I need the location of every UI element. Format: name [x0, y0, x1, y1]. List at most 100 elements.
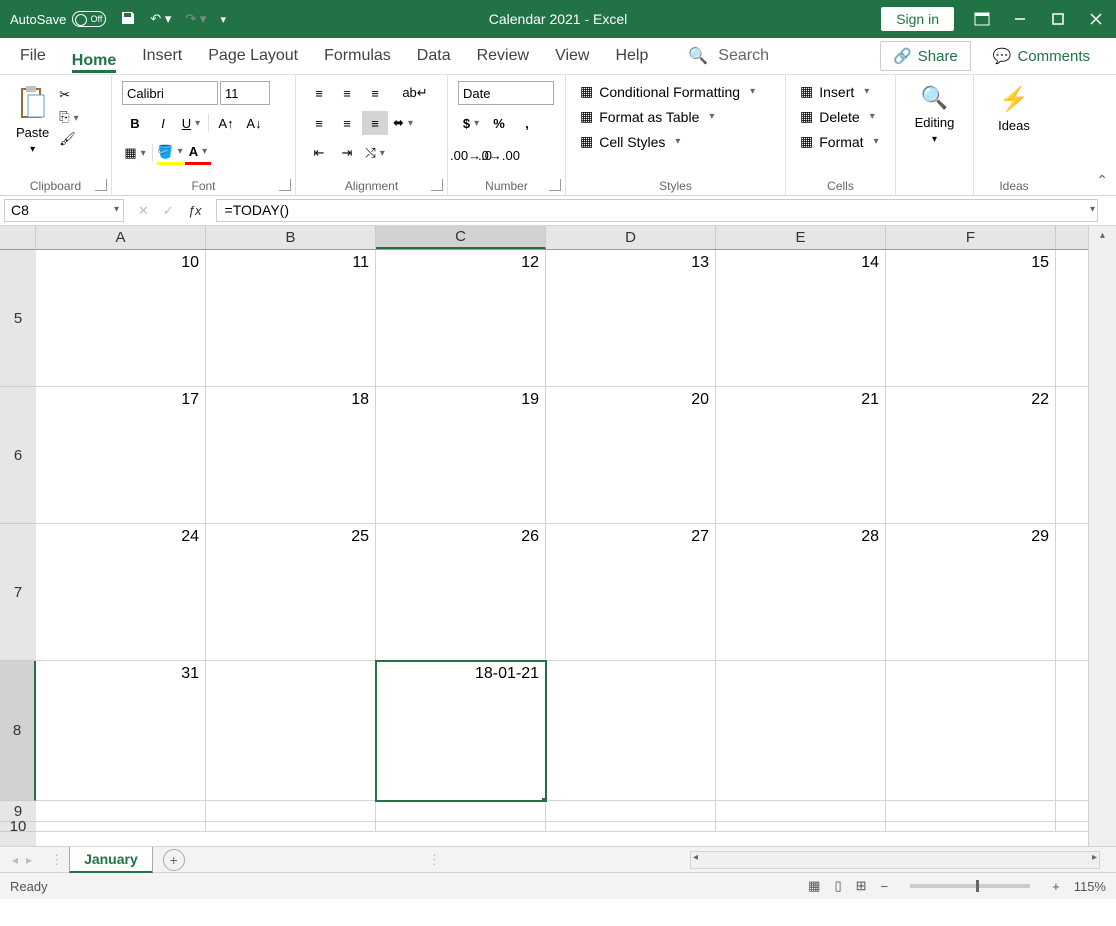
format-painter-icon[interactable]: 🖌: [59, 131, 78, 147]
decrease-decimal-icon[interactable]: .0→.00: [486, 143, 512, 167]
decrease-font-icon[interactable]: A↓: [241, 111, 267, 135]
format-as-table-button[interactable]: ▦Format as Table: [576, 106, 775, 127]
cell[interactable]: [206, 661, 376, 801]
ribbon-display-icon[interactable]: [972, 9, 992, 29]
row-header[interactable]: 8: [0, 661, 36, 801]
wrap-text-icon[interactable]: ab↵: [402, 81, 428, 105]
row-header[interactable]: 7: [0, 524, 36, 661]
increase-font-icon[interactable]: A↑: [213, 111, 239, 135]
conditional-formatting-button[interactable]: ▦Conditional Formatting: [576, 81, 775, 102]
font-dialog-launcher[interactable]: [279, 179, 291, 191]
merge-center-icon[interactable]: ⬌: [390, 111, 416, 135]
tab-data[interactable]: Data: [417, 47, 451, 65]
delete-cells-button[interactable]: ▦Delete: [796, 106, 885, 127]
save-icon[interactable]: [120, 10, 136, 29]
row-header[interactable]: 5: [0, 250, 36, 387]
formula-input[interactable]: =TODAY()▾: [216, 199, 1098, 222]
tab-insert[interactable]: Insert: [142, 47, 182, 65]
name-box[interactable]: C8▾: [4, 199, 124, 222]
font-name-input[interactable]: [122, 81, 218, 105]
column-header[interactable]: A: [36, 226, 206, 249]
cell[interactable]: [206, 822, 376, 832]
select-all-corner[interactable]: [0, 226, 36, 250]
cell[interactable]: [36, 801, 206, 822]
cell[interactable]: [546, 822, 716, 832]
fx-icon[interactable]: ƒx: [188, 203, 202, 218]
cell[interactable]: 25: [206, 524, 376, 661]
cell[interactable]: 19: [376, 387, 546, 524]
tab-file[interactable]: File: [20, 47, 46, 65]
tab-formulas[interactable]: Formulas: [324, 47, 391, 65]
cell[interactable]: [886, 801, 1056, 822]
zoom-level[interactable]: 115%: [1074, 879, 1106, 894]
align-center-icon[interactable]: ≡: [334, 111, 360, 135]
tab-review[interactable]: Review: [477, 47, 529, 65]
zoom-slider[interactable]: [910, 884, 1030, 888]
insert-cells-button[interactable]: ▦Insert: [796, 81, 885, 102]
cell[interactable]: 13: [546, 250, 716, 387]
decrease-indent-icon[interactable]: ⇤: [306, 141, 332, 165]
share-button[interactable]: 🔗Share: [880, 41, 971, 71]
cell[interactable]: [376, 801, 546, 822]
column-header[interactable]: C: [376, 226, 546, 249]
bold-button[interactable]: B: [122, 111, 148, 135]
cell[interactable]: 26: [376, 524, 546, 661]
cell[interactable]: [716, 822, 886, 832]
underline-button[interactable]: U: [178, 111, 204, 135]
number-dialog-launcher[interactable]: [549, 179, 561, 191]
cell[interactable]: [716, 661, 886, 801]
zoom-in-icon[interactable]: +: [1052, 879, 1060, 894]
increase-indent-icon[interactable]: ⇥: [334, 141, 360, 165]
vertical-scrollbar[interactable]: ▴: [1088, 226, 1116, 846]
sheet-nav-next-icon[interactable]: ▸: [26, 853, 32, 867]
column-header[interactable]: D: [546, 226, 716, 249]
clipboard-dialog-launcher[interactable]: [95, 179, 107, 191]
cell[interactable]: 20: [546, 387, 716, 524]
cell[interactable]: [546, 661, 716, 801]
cell[interactable]: 24: [36, 524, 206, 661]
normal-view-icon[interactable]: ▦: [808, 878, 820, 894]
row-header[interactable]: 6: [0, 387, 36, 524]
align-bottom-icon[interactable]: ≡: [362, 81, 388, 105]
cell[interactable]: 11: [206, 250, 376, 387]
cell[interactable]: 17: [36, 387, 206, 524]
tab-home[interactable]: Home: [72, 47, 116, 73]
page-layout-view-icon[interactable]: ▯: [834, 878, 841, 894]
cell[interactable]: 22: [886, 387, 1056, 524]
minimize-icon[interactable]: [1010, 9, 1030, 29]
cell[interactable]: [546, 801, 716, 822]
page-break-view-icon[interactable]: ⊞: [856, 878, 867, 894]
cell[interactable]: [36, 822, 206, 832]
tab-help[interactable]: Help: [615, 47, 648, 65]
font-size-input[interactable]: [220, 81, 270, 105]
close-icon[interactable]: [1086, 9, 1106, 29]
cell[interactable]: [376, 822, 546, 832]
fill-color-icon[interactable]: 🪣: [157, 141, 183, 165]
cell[interactable]: [206, 801, 376, 822]
align-left-icon[interactable]: ≡: [306, 111, 332, 135]
expand-formula-icon[interactable]: ▾: [1090, 204, 1095, 215]
collapse-ribbon-icon[interactable]: ⌃: [1096, 172, 1108, 189]
orientation-icon[interactable]: ⤭: [362, 141, 388, 165]
cell[interactable]: 15: [886, 250, 1056, 387]
sign-in-button[interactable]: Sign in: [881, 7, 954, 31]
column-header[interactable]: E: [716, 226, 886, 249]
font-color-icon[interactable]: A: [185, 141, 211, 165]
cancel-formula-icon[interactable]: ✕: [138, 203, 149, 219]
editing-button[interactable]: 🔍 Editing ▾: [906, 81, 963, 149]
zoom-out-icon[interactable]: −: [881, 879, 889, 894]
cell[interactable]: 12: [376, 250, 546, 387]
ideas-button[interactable]: ⚡ Ideas: [984, 81, 1044, 137]
tell-me-search[interactable]: 🔍 Search: [688, 46, 769, 66]
borders-icon[interactable]: ▦: [122, 141, 148, 165]
italic-button[interactable]: I: [150, 111, 176, 135]
percent-icon[interactable]: %: [486, 111, 512, 135]
tab-page-layout[interactable]: Page Layout: [208, 47, 298, 65]
cell[interactable]: 10: [36, 250, 206, 387]
align-right-icon[interactable]: ≡: [362, 111, 388, 135]
format-cells-button[interactable]: ▦Format: [796, 131, 885, 152]
cell[interactable]: [886, 822, 1056, 832]
sheet-tab-january[interactable]: January: [69, 847, 153, 873]
cell[interactable]: 27: [546, 524, 716, 661]
sheet-nav-prev-icon[interactable]: ◂: [12, 853, 18, 867]
